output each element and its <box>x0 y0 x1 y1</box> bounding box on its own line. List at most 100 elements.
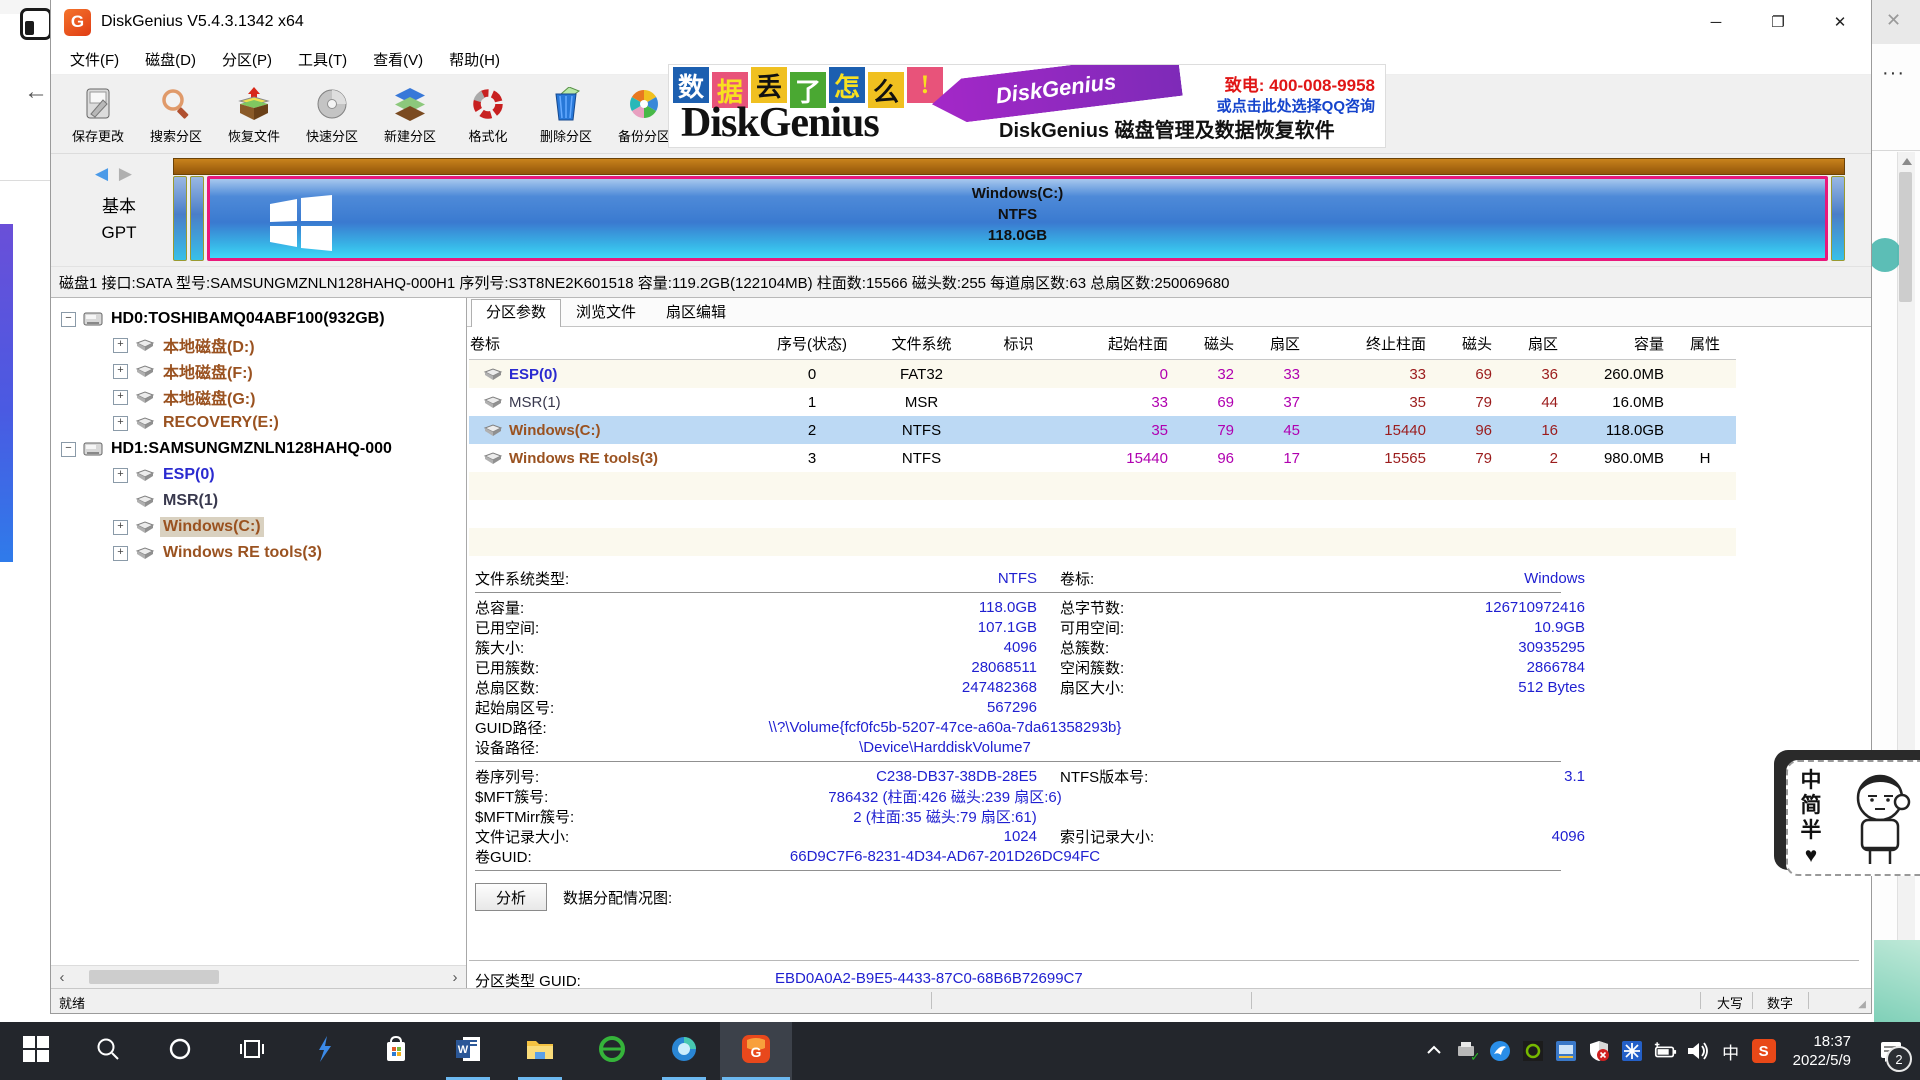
volume-icon[interactable] <box>1686 1039 1710 1063</box>
disk-nav-arrows[interactable]: ◀ ▶ <box>95 164 132 184</box>
taskbar-clock[interactable]: 18:37 2022/5/9 <box>1793 1032 1851 1070</box>
menu-item-1[interactable]: 文件(F) <box>57 49 132 70</box>
tree-item-esp-0-[interactable]: +ESP(0) <box>51 462 466 488</box>
column-header[interactable]: 扇区 <box>1502 327 1568 360</box>
partition-block-re-tools[interactable] <box>1831 176 1845 261</box>
scrollbar-thumb[interactable] <box>89 970 219 984</box>
next-disk-icon[interactable]: ▶ <box>119 164 132 183</box>
prev-disk-icon[interactable]: ◀ <box>95 164 108 183</box>
toolbar-recover-files-button[interactable]: 恢复文件 <box>215 78 293 150</box>
flash-app-icon[interactable] <box>288 1022 360 1080</box>
cortana-icon[interactable] <box>144 1022 216 1080</box>
toolbar-delete-partition-button[interactable]: 删除分区 <box>527 78 605 150</box>
column-header[interactable]: 文件系统 <box>863 327 980 360</box>
column-header[interactable]: 起始柱面 <box>1057 327 1178 360</box>
messenger-icon[interactable] <box>1488 1039 1512 1063</box>
toolbar-search-partition-button[interactable]: 搜索分区 <box>137 78 215 150</box>
toolbar-quick-partition-button[interactable]: 快速分区 <box>293 78 371 150</box>
tree-item-hd0-toshibamq04abf100-932gb-[interactable]: −HD0:TOSHIBAMQ04ABF100(932GB) <box>51 306 466 332</box>
tab-browse-files[interactable]: 浏览文件 <box>561 299 651 326</box>
battery-icon[interactable] <box>1653 1039 1677 1063</box>
menu-item-3[interactable]: 分区(P) <box>209 49 285 70</box>
column-header[interactable]: 磁头 <box>1178 327 1244 360</box>
minimize-button[interactable]: ─ <box>1685 2 1747 42</box>
column-header[interactable]: 容量 <box>1568 327 1674 360</box>
more-options-icon[interactable]: ··· <box>1882 62 1905 85</box>
expand-icon[interactable]: + <box>113 338 128 353</box>
printer-status-icon[interactable]: ✓ <box>1455 1039 1479 1063</box>
column-header[interactable]: 卷标 <box>469 327 761 360</box>
expand-icon[interactable]: + <box>113 546 128 561</box>
disk-header-strip[interactable] <box>173 158 1845 175</box>
expand-icon[interactable]: + <box>113 364 128 379</box>
collapse-icon[interactable]: − <box>61 312 76 327</box>
toolbar-format-button[interactable]: 格式化 <box>449 78 527 150</box>
partition-block-esp[interactable] <box>173 176 187 261</box>
back-arrow-icon[interactable]: ← <box>24 78 48 106</box>
ad-qq-link[interactable]: 或点击此处选择QQ咨询 <box>1217 95 1375 116</box>
expand-icon[interactable]: + <box>113 468 128 483</box>
expand-icon[interactable]: + <box>113 416 128 431</box>
edge-icon[interactable] <box>648 1022 720 1080</box>
background-close-icon[interactable]: ✕ <box>1886 10 1901 31</box>
store-icon[interactable] <box>360 1022 432 1080</box>
tree-item-windows-re-tools-3-[interactable]: +Windows RE tools(3) <box>51 540 466 566</box>
ime-status-widget[interactable]: 中简半♥ <box>1786 760 1920 876</box>
search-icon[interactable] <box>72 1022 144 1080</box>
close-button[interactable]: ✕ <box>1809 2 1871 42</box>
menu-item-6[interactable]: 帮助(H) <box>436 49 513 70</box>
tray-expand-icon[interactable] <box>1422 1039 1446 1063</box>
menu-item-2[interactable]: 磁盘(D) <box>132 49 209 70</box>
action-center-icon[interactable]: 2 <box>1868 1022 1914 1080</box>
diskgenius-icon[interactable]: G <box>720 1022 792 1080</box>
tree-horizontal-scrollbar[interactable]: ‹ › <box>51 965 466 988</box>
partition-row[interactable]: Windows(C:)2NTFS357945154409616118.0GB <box>469 416 1736 444</box>
partition-block-msr[interactable] <box>190 176 204 261</box>
intel-graphics-icon[interactable] <box>1554 1039 1578 1063</box>
maximize-button[interactable]: ❐ <box>1747 2 1809 42</box>
column-header[interactable]: 标识 <box>980 327 1057 360</box>
column-header[interactable]: 属性 <box>1674 327 1736 360</box>
tree-item--f-[interactable]: +本地磁盘(F:) <box>51 358 466 384</box>
scroll-left-icon[interactable]: ‹ <box>51 969 73 986</box>
menu-item-4[interactable]: 工具(T) <box>285 49 360 70</box>
snowflake-icon[interactable] <box>1620 1039 1644 1063</box>
resize-grip[interactable]: ◢ <box>1858 999 1867 1010</box>
scroll-right-icon[interactable]: › <box>444 969 466 986</box>
expand-icon[interactable]: + <box>113 390 128 405</box>
analyze-button[interactable]: 分析 <box>475 883 547 911</box>
browser-360-icon[interactable] <box>576 1022 648 1080</box>
partition-row[interactable]: MSR(1)1MSR33693735794416.0MB <box>469 388 1736 416</box>
expand-icon[interactable]: + <box>113 520 128 535</box>
partition-block-windows-c[interactable]: Windows(C:) NTFS 118.0GB <box>207 176 1828 261</box>
column-header[interactable]: 磁头 <box>1436 327 1502 360</box>
tree-item-msr-1-[interactable]: +MSR(1) <box>51 488 466 514</box>
tree-item-windows-c-[interactable]: +Windows(C:) <box>51 514 466 540</box>
toolbar-new-partition-button[interactable]: 新建分区 <box>371 78 449 150</box>
collapse-icon[interactable]: − <box>61 442 76 457</box>
scrollbar-thumb[interactable] <box>1899 172 1912 302</box>
partition-row[interactable]: Windows RE tools(3)3NTFS1544096171556579… <box>469 444 1736 472</box>
tree-item-recovery-e-[interactable]: +RECOVERY(E:) <box>51 410 466 436</box>
tree-item--g-[interactable]: +本地磁盘(G:) <box>51 384 466 410</box>
file-explorer-icon[interactable] <box>504 1022 576 1080</box>
ime-indicator[interactable]: 中 <box>1719 1039 1743 1063</box>
nvidia-icon[interactable] <box>1521 1039 1545 1063</box>
column-header[interactable]: 终止柱面 <box>1310 327 1436 360</box>
ad-banner[interactable]: 数据丢了怎么!DiskGeniusDiskGenius致电: 400-008-9… <box>668 64 1386 148</box>
tree-item-hd1-samsungmznln128hahq-000[interactable]: −HD1:SAMSUNGMZNLN128HAHQ-000 <box>51 436 466 462</box>
column-header[interactable]: 序号(状态) <box>761 327 863 360</box>
tree-item--d-[interactable]: +本地磁盘(D:) <box>51 332 466 358</box>
column-header[interactable]: 扇区 <box>1244 327 1310 360</box>
tab-sector-edit[interactable]: 扇区编辑 <box>651 299 741 326</box>
start-button[interactable] <box>0 1022 72 1080</box>
toolbar-save-changes-button[interactable]: 保存更改 <box>59 78 137 150</box>
security-alert-icon[interactable] <box>1587 1039 1611 1063</box>
scroll-up-icon[interactable] <box>1902 158 1912 165</box>
tab-partition-params[interactable]: 分区参数 <box>471 299 561 327</box>
partition-row[interactable]: ESP(0)0FAT3203233336936260.0MB <box>469 360 1736 389</box>
sogou-icon[interactable]: S <box>1752 1039 1776 1063</box>
menu-item-5[interactable]: 查看(V) <box>360 49 436 70</box>
task-view-icon[interactable] <box>216 1022 288 1080</box>
word-icon[interactable]: W <box>432 1022 504 1080</box>
